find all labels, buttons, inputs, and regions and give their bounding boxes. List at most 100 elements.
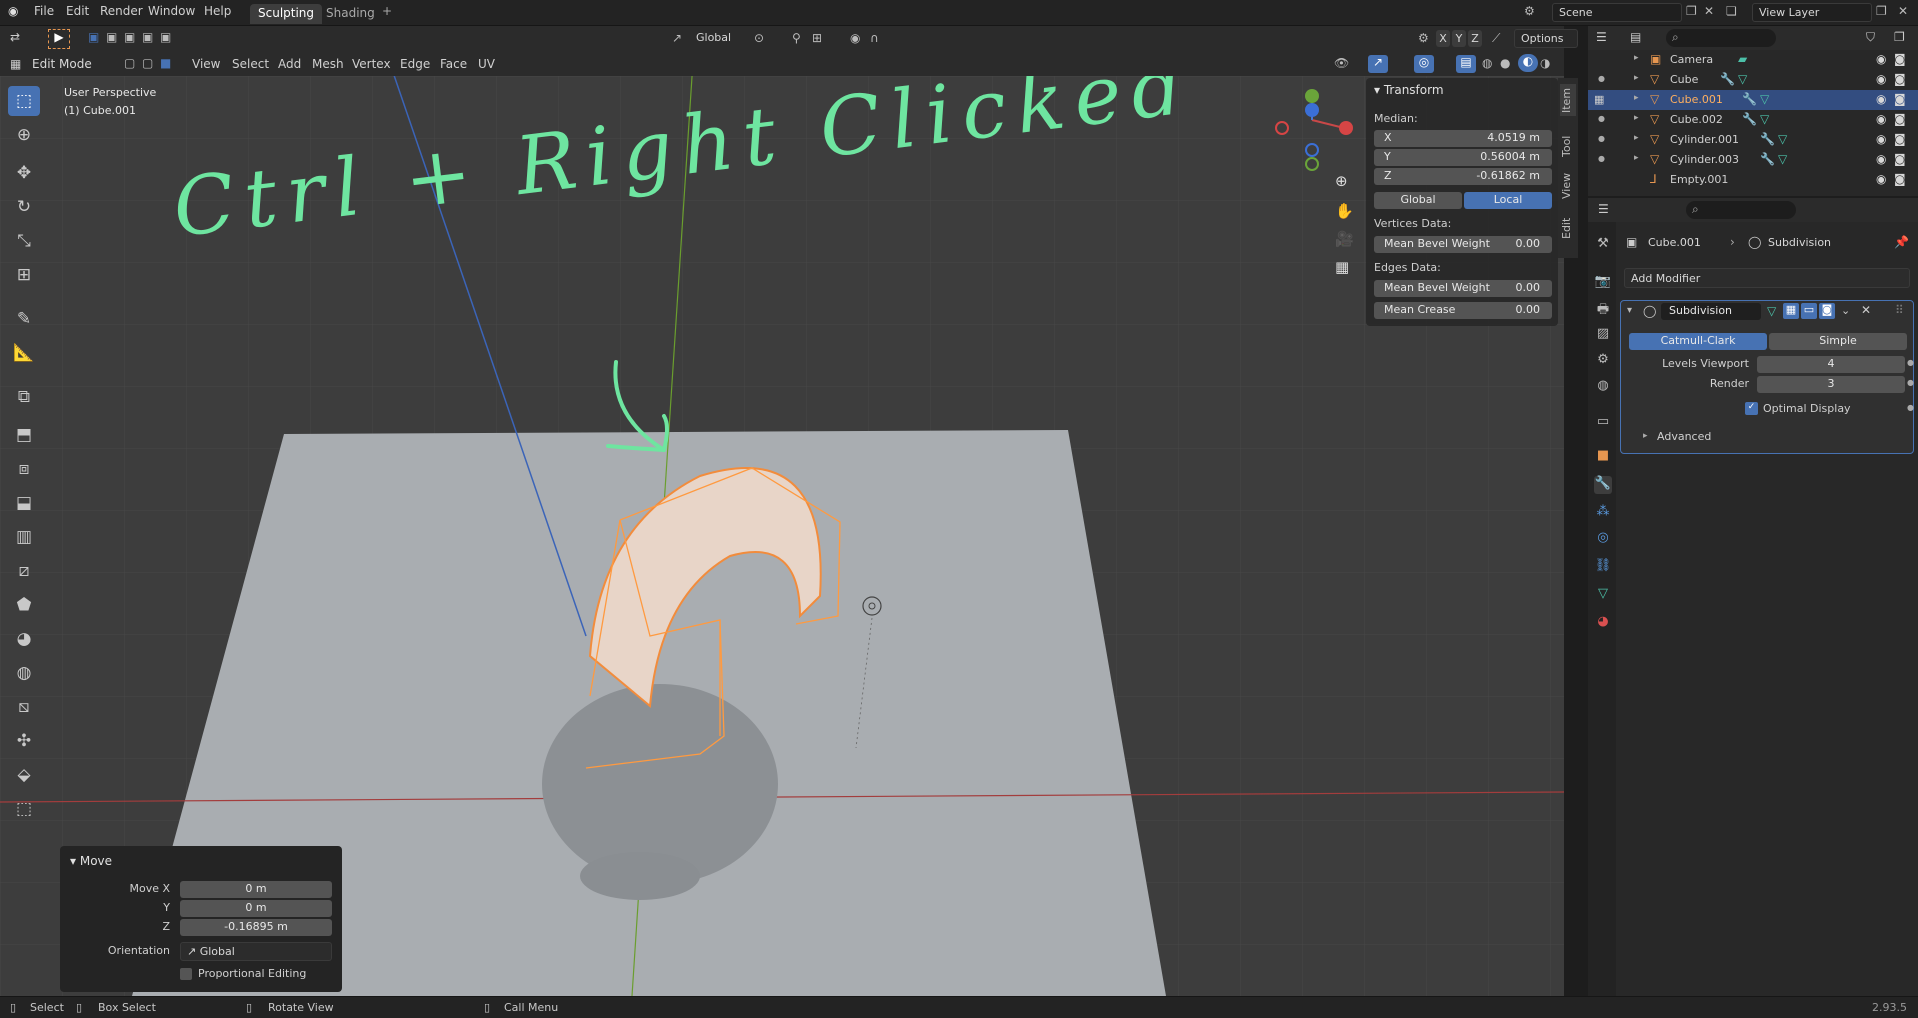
snap-icon[interactable]: ⚲ xyxy=(792,31,801,45)
modifier-menu-icon[interactable]: ⌄ xyxy=(1841,304,1850,317)
spin-icon[interactable]: ◕ xyxy=(8,624,40,654)
render-icon[interactable]: ◙ xyxy=(1894,92,1906,106)
edge-slide-icon[interactable]: ⧅ xyxy=(8,692,40,722)
new-collection-icon[interactable]: ❐ xyxy=(1894,30,1905,44)
menu-view[interactable]: View xyxy=(192,57,220,71)
menu-select[interactable]: Select xyxy=(232,57,269,71)
select-mode-extend-icon[interactable]: ▣ xyxy=(106,30,117,44)
render-icon[interactable]: ◙ xyxy=(1894,52,1906,66)
pan-hand-icon[interactable]: ✋ xyxy=(1335,202,1354,220)
menu-window[interactable]: Window xyxy=(148,4,195,18)
tab-tool[interactable]: Tool xyxy=(1560,130,1576,162)
select-box-icon[interactable]: ⬚ xyxy=(8,86,40,116)
measure-icon[interactable]: 📐 xyxy=(8,338,40,368)
global-toggle[interactable]: Global xyxy=(1374,192,1462,209)
display-mode-icon[interactable]: ▤ xyxy=(1630,30,1641,44)
options-dropdown[interactable]: Options xyxy=(1514,29,1578,48)
select-tool-icon[interactable]: ▶ xyxy=(48,29,70,49)
visibility-icon[interactable]: 👁 xyxy=(1334,56,1349,70)
keyframe-dot-icon[interactable]: ● xyxy=(1907,378,1914,387)
smooth-icon[interactable]: ◍ xyxy=(8,658,40,688)
editor-type-icon[interactable]: ⇄ xyxy=(10,30,20,44)
cursor-icon[interactable]: ⊕ xyxy=(8,120,40,150)
orientation-select[interactable]: ↗ Global xyxy=(180,942,332,961)
gizmo-neg-y-axis[interactable] xyxy=(1305,157,1319,171)
eye-icon[interactable]: ◉ xyxy=(1876,132,1886,146)
edit-mode-display-icon[interactable]: ▦ xyxy=(1783,303,1799,319)
object-props-icon[interactable]: ■ xyxy=(1594,448,1612,466)
tab-view[interactable]: View xyxy=(1560,170,1576,202)
collection-props-icon[interactable]: ▭ xyxy=(1594,414,1612,432)
extrude-icon[interactable]: ⬒ xyxy=(8,420,40,450)
bevel-icon[interactable]: ⬓ xyxy=(8,488,40,518)
modifier-name-input[interactable]: Subdivision xyxy=(1661,303,1761,320)
outliner-row[interactable]: ▸ ▣ Camera ▰ ◉ ◙ xyxy=(1588,50,1918,70)
render-icon[interactable]: ◙ xyxy=(1894,112,1906,126)
rip-region-icon[interactable]: ⬚ xyxy=(8,794,40,824)
expand-icon[interactable]: ▸ xyxy=(1634,53,1639,63)
gizmo-icon[interactable]: ↗ xyxy=(1368,55,1388,73)
render-display-icon[interactable]: ◙ xyxy=(1819,303,1835,319)
blender-logo-icon[interactable]: ◉ xyxy=(8,4,18,18)
outliner-row[interactable]: ● ▸ ▽ Cylinder.003 🔧 ▽ ◉ ◙ xyxy=(1588,150,1918,170)
proportional-checkbox[interactable] xyxy=(180,968,192,980)
render-icon[interactable]: ◙ xyxy=(1894,132,1906,146)
solid-shading-icon[interactable]: ● xyxy=(1500,56,1510,70)
edge-select-icon[interactable]: ▢ xyxy=(142,56,153,70)
vertex-select-icon[interactable]: ▢ xyxy=(124,56,135,70)
expand-advanced-icon[interactable]: ▸ xyxy=(1643,431,1648,441)
wrench-icon[interactable]: 🔧 xyxy=(1742,92,1757,106)
snap-target-icon[interactable]: ⊞ xyxy=(812,31,822,45)
pin-icon[interactable]: 📌 xyxy=(1894,235,1909,249)
wrench-icon[interactable]: 🔧 xyxy=(1742,112,1757,126)
properties-editor-icon[interactable]: ☰ xyxy=(1598,202,1609,216)
duplicate-scene-icon[interactable]: ❐ xyxy=(1686,4,1697,18)
outliner-row[interactable]: ● ▸ ▽ Cube.002 🔧 ▽ ◉ ◙ xyxy=(1588,110,1918,130)
poly-build-icon[interactable]: ⬟ xyxy=(8,590,40,620)
material-props-icon[interactable]: ◕ xyxy=(1594,614,1612,632)
mesh-data-icon[interactable]: ▽ xyxy=(1760,112,1769,126)
median-y-field[interactable]: Y 0.56004 m xyxy=(1374,149,1552,166)
catmull-clark-toggle[interactable]: Catmull-Clark xyxy=(1629,333,1767,350)
material-shading-icon[interactable]: ◐ xyxy=(1518,54,1538,72)
outliner-search-input[interactable] xyxy=(1666,29,1776,47)
pivot-icon[interactable]: ⊙ xyxy=(754,31,764,45)
render-props-icon[interactable]: 📷 xyxy=(1594,274,1612,292)
output-props-icon[interactable]: 🖶 xyxy=(1594,300,1612,318)
outliner-row[interactable]: ⅃ Empty.001 ◉ ◙ xyxy=(1588,170,1918,190)
mirror-icon[interactable]: ⚙ xyxy=(1418,31,1429,45)
menu-add[interactable]: Add xyxy=(278,57,301,71)
scale-icon[interactable]: ⤡ xyxy=(8,226,40,256)
mesh-data-icon[interactable]: ▽ xyxy=(1738,72,1747,86)
transform-icon[interactable]: ⊞ xyxy=(8,260,40,290)
proportional-icon[interactable]: ◉ xyxy=(850,31,860,45)
rotate-icon[interactable]: ↻ xyxy=(8,192,40,222)
knife-icon[interactable]: ⧄ xyxy=(8,556,40,586)
axis-y-toggle[interactable]: Y xyxy=(1452,30,1466,47)
tab-sculpting[interactable]: Sculpting xyxy=(250,4,323,24)
tab-shading[interactable]: Shading xyxy=(318,4,383,24)
mesh-data-props-icon[interactable]: ▽ xyxy=(1594,586,1612,604)
local-toggle[interactable]: Local xyxy=(1464,192,1552,209)
crease-field[interactable]: Mean Crease 0.00 xyxy=(1374,302,1552,319)
navigation-gizmo[interactable] xyxy=(1270,88,1354,172)
gizmo-neg-x-axis[interactable] xyxy=(1275,121,1289,135)
levels-viewport-field[interactable]: 4 xyxy=(1757,356,1905,373)
axis-z-toggle[interactable]: Z xyxy=(1468,30,1482,47)
move-x-field[interactable]: 0 m xyxy=(180,881,332,898)
eye-icon[interactable]: ◉ xyxy=(1876,152,1886,166)
add-cube-icon[interactable]: ⧉ xyxy=(8,382,40,412)
tab-item[interactable]: Item xyxy=(1560,84,1576,116)
mode-dropdown[interactable]: Edit Mode xyxy=(26,55,116,73)
wireframe-shading-icon[interactable]: ◍ xyxy=(1482,56,1492,70)
menu-vertex[interactable]: Vertex xyxy=(352,57,391,71)
eye-icon[interactable]: ◉ xyxy=(1876,52,1886,66)
overlay-icon[interactable]: ◎ xyxy=(1414,55,1434,73)
median-x-field[interactable]: X 4.0519 m xyxy=(1374,130,1552,147)
gizmo-z-axis[interactable] xyxy=(1305,103,1319,117)
edit-cage-icon[interactable]: ▽ xyxy=(1767,304,1776,318)
render-icon[interactable]: ◙ xyxy=(1894,152,1906,166)
inset-icon[interactable]: ⧈ xyxy=(8,454,40,484)
select-mode-intersect-icon[interactable]: ▣ xyxy=(160,30,171,44)
add-workspace-button[interactable]: + xyxy=(382,4,392,18)
